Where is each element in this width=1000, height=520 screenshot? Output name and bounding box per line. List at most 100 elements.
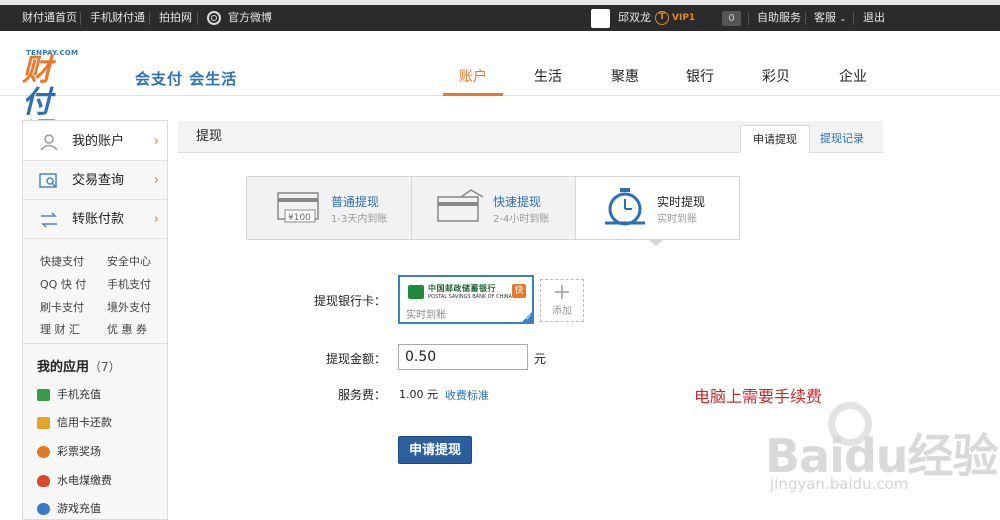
link-coupons[interactable]: 优 惠 券 [107, 321, 147, 337]
app-item-lottery[interactable]: 彩票奖场 [37, 443, 167, 461]
divider [197, 12, 198, 25]
chevron-right-icon: › [153, 134, 159, 149]
link-tenpay-home[interactable]: 财付通首页 [22, 5, 77, 31]
fee-standard-link[interactable]: 收费标准 [445, 387, 489, 403]
psbc-logo-icon [408, 285, 424, 299]
nav-life[interactable]: 生活 [518, 64, 578, 96]
sidebar-item-my-account[interactable]: 我的账户 › [23, 123, 167, 161]
annotation-note: 电脑上需要手续费 [694, 387, 823, 406]
nav-bank[interactable]: 银行 [670, 64, 730, 96]
top-bar: 财付通首页 手机财付通 拍拍网 官方微博 邱双龙 T VIP1 0 自助服务 客… [0, 0, 1000, 31]
apply-withdraw-button[interactable]: 申请提现 [398, 436, 472, 464]
customer-service-label: 客服 [814, 11, 836, 24]
lottery-icon [37, 446, 50, 458]
withdraw-type-desc: 实时到账 [657, 214, 697, 225]
bank-card-psbc[interactable]: 中国邮政储蓄银行 POSTAL SAVINGS BANK OF CHINA 快 … [398, 275, 534, 324]
app-label: 水电煤缴费 [57, 474, 112, 487]
withdraw-type-realtime[interactable]: 实时提现 实时到账 [576, 177, 739, 239]
link-mobile-pay[interactable]: 手机支付 [107, 276, 151, 292]
weibo-icon[interactable] [207, 11, 221, 25]
logo-char: 财 [22, 53, 52, 88]
amount-input[interactable] [398, 344, 528, 370]
withdraw-type-desc: 1-3天内到账 [331, 214, 388, 225]
app-item-game-recharge[interactable]: 游戏充值 [37, 500, 167, 518]
withdraw-type-desc: 2-4小时到账 [493, 214, 550, 225]
plus-icon: + [552, 280, 572, 305]
selection-pointer [649, 240, 663, 246]
vip-icon: T [655, 11, 669, 25]
nav-deals[interactable]: 聚惠 [595, 64, 655, 96]
withdraw-type-name: 快速提现 [493, 195, 542, 209]
withdraw-type-name: 普通提现 [331, 195, 380, 209]
app-label: 手机充值 [57, 388, 101, 401]
card-cash-icon: ¥100 [277, 192, 319, 223]
sidebar-item-label: 交易查询 [72, 173, 125, 188]
flame-icon [37, 475, 50, 487]
bank-name: 中国邮政储蓄银行 [428, 284, 496, 293]
link-mobile-tenpay[interactable]: 手机财付通 [90, 5, 145, 31]
tab-withdraw-records[interactable]: 提现记录 [808, 125, 876, 153]
link-wealth[interactable]: 理 财 汇 [40, 321, 80, 337]
svg-text:¥100: ¥100 [288, 213, 311, 223]
sidebar-item-transactions[interactable]: 交易查询 › [23, 162, 167, 200]
link-security-center[interactable]: 安全中心 [107, 253, 151, 269]
page-title: 提现 [196, 129, 223, 144]
withdraw-type-fast[interactable]: 快速提现 2-4小时到账 [412, 177, 575, 239]
link-official-weibo[interactable]: 官方微博 [228, 5, 272, 31]
amount-unit: 元 [534, 352, 547, 366]
my-apps-title: 我的应用（7） [37, 356, 121, 375]
vip-level[interactable]: VIP1 [672, 5, 695, 31]
phone-icon [37, 389, 50, 401]
tab-apply-withdraw[interactable]: 申请提现 [740, 125, 810, 153]
divider [748, 12, 749, 25]
divider [80, 12, 81, 25]
sidebar: 我的账户 › 交易查询 › 转账付款 › 快捷支付 安全中心 QQ 快 付 手机… [22, 120, 168, 520]
app-item-credit-card[interactable]: 信用卡还款 [37, 414, 167, 432]
sidebar-item-label: 转账付款 [72, 212, 125, 227]
fee-label: 服务费： [337, 388, 386, 402]
message-count-badge[interactable]: 0 [722, 11, 741, 26]
apps-title-text: 我的应用 [37, 360, 90, 375]
link-quick-pay[interactable]: 快捷支付 [40, 253, 84, 269]
transfer-icon [41, 212, 57, 228]
logout-link[interactable]: 退出 [863, 5, 885, 31]
sidebar-item-transfer[interactable]: 转账付款 › [23, 201, 167, 239]
stopwatch-icon [605, 188, 645, 226]
divider [853, 12, 854, 25]
chevron-right-icon: › [153, 173, 159, 188]
card-fast-icon [437, 189, 484, 222]
withdraw-type-selector: ¥100 普通提现 1-3天内到账 快速提现 2-4小时到账 实时提现 实时到账 [246, 176, 740, 240]
withdraw-type-name: 实时提现 [657, 195, 706, 209]
link-overseas-pay[interactable]: 境外支付 [107, 299, 151, 315]
slogan: 会支付 会生活 [135, 70, 238, 88]
credit-card-icon [37, 417, 50, 429]
avatar[interactable] [591, 9, 610, 28]
watermark-url: jingyan.baidu.com [770, 475, 909, 493]
divider [23, 343, 167, 344]
bank-card-label: 提现银行卡： [313, 294, 386, 308]
link-qq-pay[interactable]: QQ 快 付 [40, 276, 86, 292]
chevron-down-icon: ⌄ [839, 14, 847, 23]
app-label: 信用卡还款 [57, 416, 112, 429]
top-strip [0, 0, 1000, 5]
amount-label: 提现金额： [325, 352, 386, 366]
nav-enterprise[interactable]: 企业 [823, 64, 883, 96]
check-icon: ✓ [525, 313, 532, 322]
bank-card-tag: 实时到账 [406, 310, 446, 321]
nav-account[interactable]: 账户 [443, 64, 503, 96]
withdraw-type-normal[interactable]: ¥100 普通提现 1-3天内到账 [247, 177, 411, 239]
quick-badge: 快 [512, 284, 526, 298]
gamepad-icon [37, 503, 50, 515]
link-card-pay[interactable]: 刷卡支付 [40, 299, 84, 315]
add-bank-card-button[interactable]: + 添加 [540, 279, 584, 322]
app-item-utilities[interactable]: 水电煤缴费 [37, 472, 167, 490]
panel-header: 提现 申请提现 提现记录 [178, 121, 883, 153]
app-label: 彩票奖场 [57, 445, 101, 458]
nav-caibei[interactable]: 彩贝 [746, 64, 806, 96]
link-self-service[interactable]: 自助服务 [757, 5, 801, 31]
apps-count: （7） [89, 360, 121, 374]
customer-service-menu[interactable]: 客服 ⌄ [814, 5, 846, 31]
user-name[interactable]: 邱双龙 [618, 5, 651, 31]
app-item-mobile-recharge[interactable]: 手机充值 [37, 386, 167, 404]
link-paipai[interactable]: 拍拍网 [159, 5, 192, 31]
